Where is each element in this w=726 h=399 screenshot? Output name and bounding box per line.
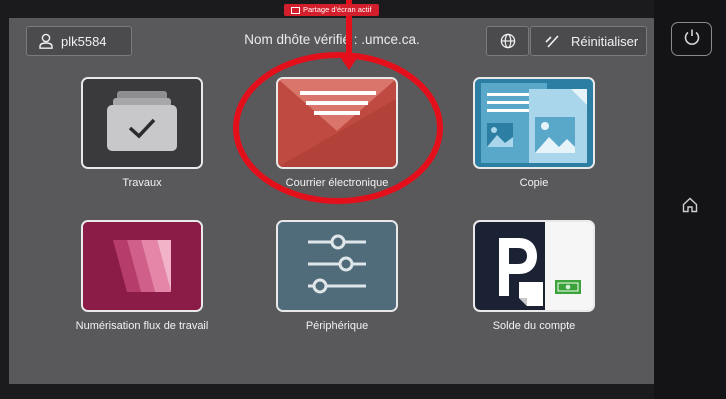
app-tile-account-balance[interactable]	[473, 220, 595, 312]
screen-share-icon	[291, 6, 300, 14]
app-label-copy: Copie	[519, 177, 549, 189]
app-tile-scan-workflow[interactable]	[81, 220, 203, 312]
language-button[interactable]	[486, 26, 529, 56]
device-sliders-icon	[278, 222, 396, 310]
scan-workflow-icon	[83, 222, 201, 310]
app-label-account-balance: Solde du compte	[492, 320, 576, 332]
power-icon	[683, 28, 701, 51]
touch-screen: plk5584 Nom dhôte vérifié : .umce.ca. Ré…	[9, 18, 654, 384]
globe-icon	[500, 33, 516, 49]
printer-device: plk5584 Nom dhôte vérifié : .umce.ca. Ré…	[0, 0, 726, 399]
jobs-folder-icon	[83, 79, 201, 167]
host-name-label: Nom dhôte vérifié : .umce.ca.	[244, 32, 420, 47]
screen-share-label: Partage d'écran actif	[303, 5, 372, 14]
app-label-email: Courrier électronique	[285, 177, 389, 189]
app-tile-email[interactable]	[276, 77, 398, 169]
power-button[interactable]	[671, 22, 712, 56]
app-label-device: Périphérique	[305, 320, 369, 332]
email-envelope-icon	[278, 79, 396, 167]
user-label: plk5584	[61, 33, 107, 49]
home-button[interactable]	[675, 192, 705, 222]
app-tile-device[interactable]	[276, 220, 398, 312]
reset-button[interactable]: Réinitialiser	[530, 26, 647, 56]
app-tile-jobs[interactable]	[81, 77, 203, 169]
app-label-jobs: Travaux	[122, 177, 162, 189]
reset-label: Réinitialiser	[571, 33, 639, 49]
app-tile-copy[interactable]	[473, 77, 595, 169]
account-balance-icon	[475, 222, 593, 310]
home-icon	[681, 196, 699, 219]
eraser-icon	[545, 33, 561, 49]
user-button[interactable]: plk5584	[26, 26, 132, 56]
screen-share-badge: Partage d'écran actif	[284, 4, 379, 16]
copy-documents-icon	[475, 79, 593, 167]
app-label-scan-workflow: Numérisation flux de travail	[75, 320, 209, 332]
user-icon	[39, 33, 53, 49]
